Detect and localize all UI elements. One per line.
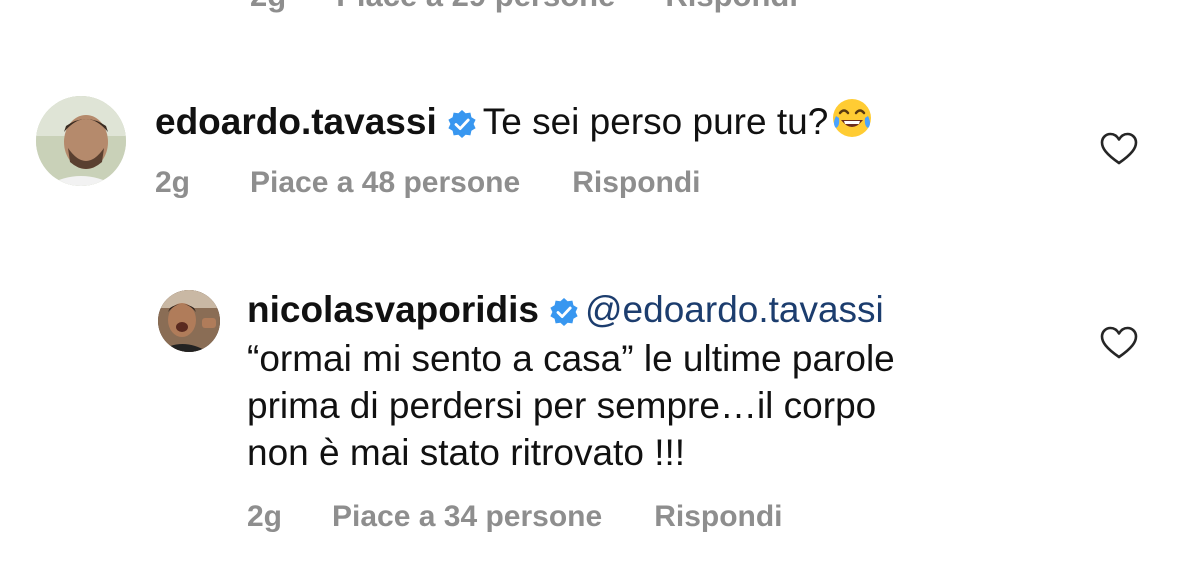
comments-panel: 2g Piace a 29 persone Rispondi edoardo.t… (0, 0, 1200, 585)
reply-text-line: prima di perdersi per sempre…il corpo (247, 385, 877, 426)
mention-link[interactable]: @edoardo.tavassi (585, 289, 884, 330)
username-link[interactable]: nicolasvaporidis (247, 289, 539, 330)
comment-meta: 2g Piace a 34 persone Rispondi (247, 500, 783, 534)
reply-text-line: non è mai stato ritrovato !!! (247, 432, 686, 473)
heart-outline-icon[interactable] (1100, 326, 1138, 360)
reply-first-line: nicolasvaporidis @edoardo.tavassi (247, 288, 884, 332)
comment-item-reply: nicolasvaporidis @edoardo.tavassi “ormai … (0, 0, 1200, 585)
verified-badge-icon (549, 297, 579, 327)
reply-text-line: “ormai mi sento a casa” le ultime parole (247, 338, 895, 379)
reply-button[interactable]: Rispondi (654, 500, 782, 534)
likes-count-link[interactable]: Piace a 34 persone (332, 500, 602, 534)
comment-time: 2g (247, 500, 283, 533)
avatar[interactable] (158, 290, 220, 352)
